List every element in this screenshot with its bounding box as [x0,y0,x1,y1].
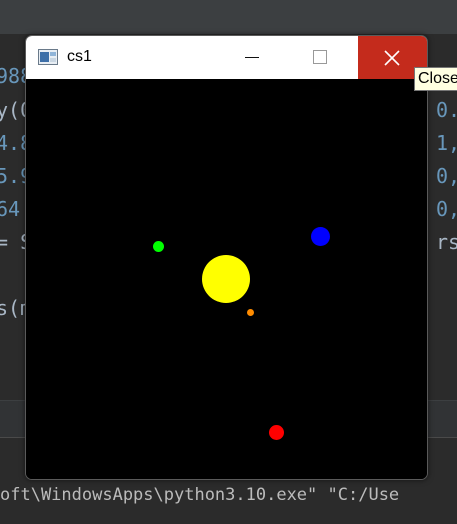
code-fragment: 1, [436,131,457,155]
simulation-canvas[interactable] [26,79,427,479]
code-fragment: 0, [436,164,457,188]
code-fragment: rs] [436,230,457,254]
minimize-button[interactable] [229,36,275,79]
planet-orange [247,309,254,316]
code-fragment: 0. [436,98,457,122]
planet-blue [311,227,330,246]
planet-green [153,241,164,252]
close-icon [384,50,400,66]
window-titlebar[interactable]: cs1 [26,36,427,79]
app-window: cs1 [25,35,428,480]
planet-red [269,425,284,440]
ide-top-bar [0,0,457,34]
minimize-icon [245,57,259,58]
console-output-line: oft\WindowsApps\python3.10.exe" "C:/Use [0,485,400,505]
code-fragment: 64 [0,197,21,221]
maximize-icon [313,50,327,64]
sun [202,255,250,303]
maximize-button[interactable] [297,36,343,79]
close-tooltip: Close [414,67,457,91]
code-fragment: 0, [436,197,457,221]
window-title: cs1 [67,48,92,65]
tk-feather-icon [38,49,58,65]
